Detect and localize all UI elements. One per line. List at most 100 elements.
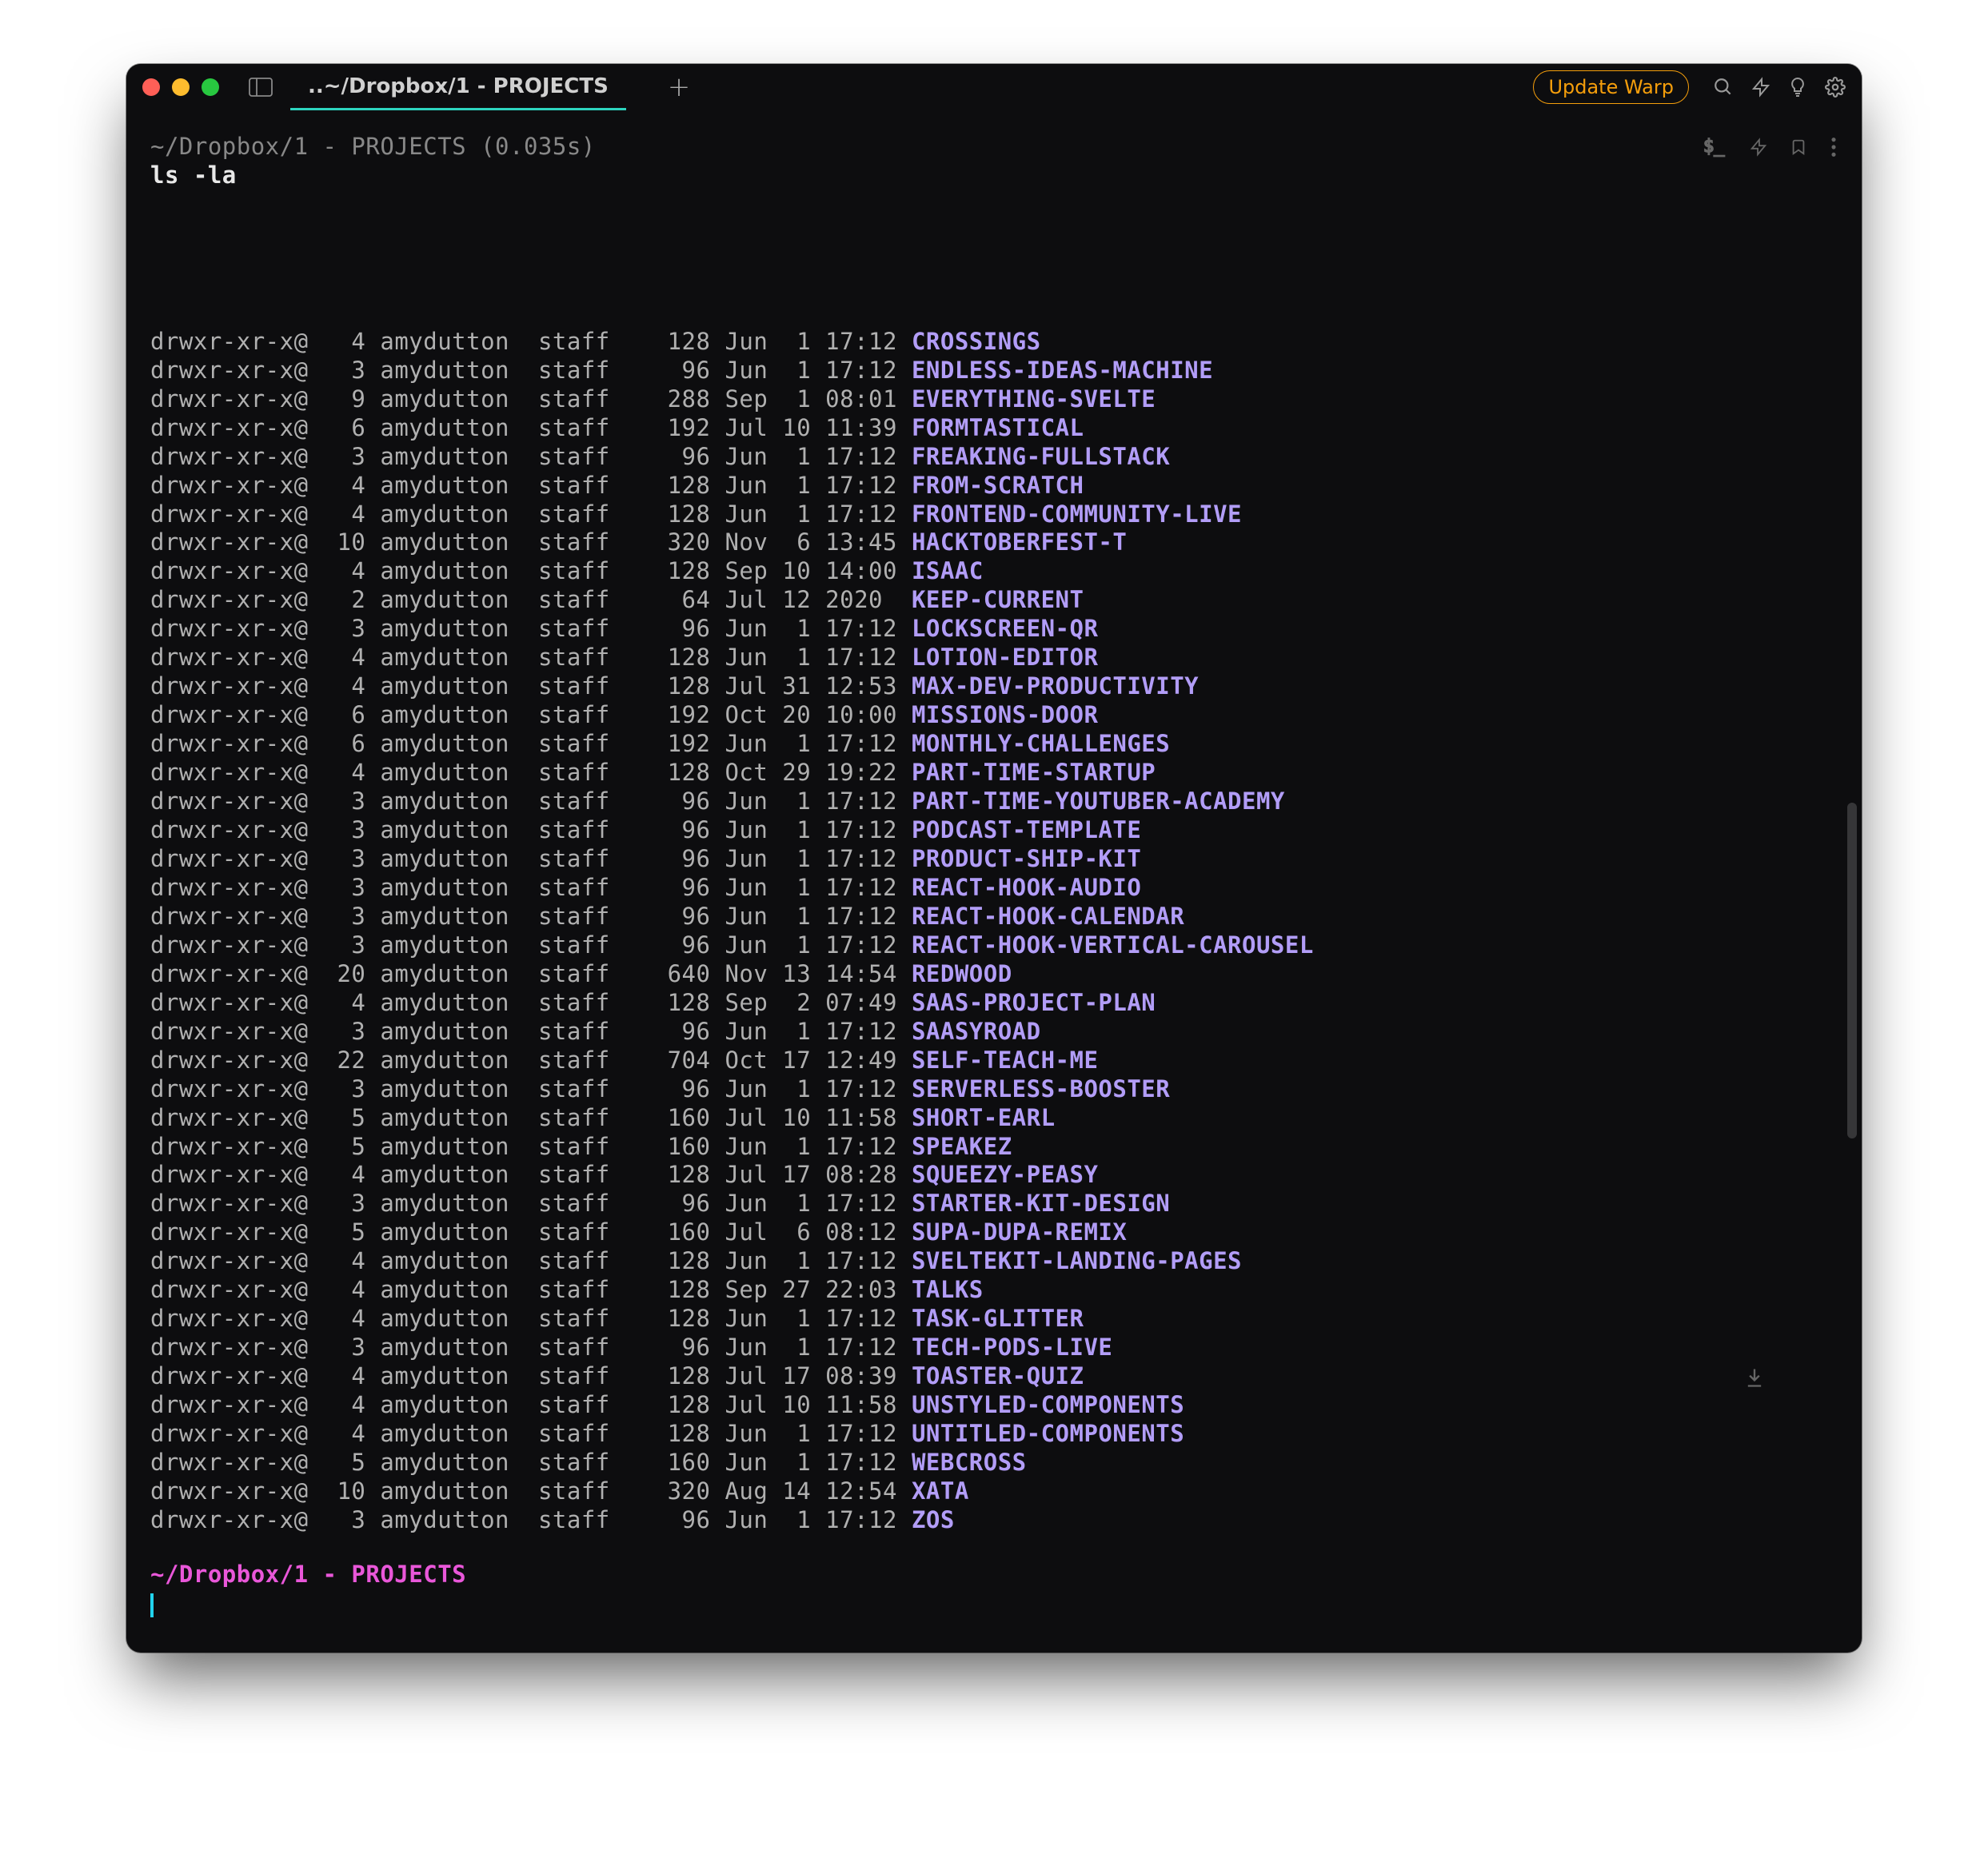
listing-row: drwxr-xr-x@ 3 amydutton staff 96 Jun 1 1…: [150, 443, 1838, 472]
close-window-button[interactable]: [142, 78, 160, 96]
listing-row: drwxr-xr-x@ 3 amydutton staff 96 Jun 1 1…: [150, 615, 1838, 644]
settings-gear-icon[interactable]: [1825, 77, 1846, 98]
active-prompt[interactable]: ~/Dropbox/1 - PROJECTS: [126, 1543, 1862, 1653]
terminal-tab[interactable]: ..~/Dropbox/1 - PROJECTS: [290, 64, 626, 110]
directory-name: KEEP-CURRENT: [912, 586, 1084, 613]
minimize-window-button[interactable]: [172, 78, 190, 96]
update-warp-button[interactable]: Update Warp: [1533, 70, 1689, 104]
directory-name: UNSTYLED-COMPONENTS: [912, 1391, 1184, 1418]
search-icon[interactable]: [1713, 77, 1734, 98]
directory-name: SAASYROAD: [912, 1018, 1041, 1045]
directory-name: SQUEEZY-PEASY: [912, 1161, 1098, 1188]
directory-name: SVELTEKIT-LANDING-PAGES: [912, 1247, 1242, 1274]
more-options-icon[interactable]: [1830, 136, 1838, 158]
lightbulb-icon[interactable]: [1788, 76, 1807, 98]
directory-name: XATA: [912, 1477, 969, 1505]
new-tab-button[interactable]: +: [668, 71, 691, 103]
block-path-timing: ~/Dropbox/1 - PROJECTS (0.035s): [150, 133, 1687, 160]
directory-name: SHORT-EARL: [912, 1104, 1056, 1131]
listing-row: drwxr-xr-x@ 9 amydutton staff 288 Sep 1 …: [150, 385, 1838, 414]
prompt-icon[interactable]: $_: [1703, 137, 1727, 157]
panel-toggle-icon[interactable]: [249, 78, 273, 97]
listing-row: drwxr-xr-x@ 4 amydutton staff 128 Sep 10…: [150, 557, 1838, 586]
svg-text:$_: $_: [1703, 137, 1725, 157]
listing-row: drwxr-xr-x@ 4 amydutton staff 128 Jun 1 …: [150, 1420, 1838, 1449]
directory-name: WEBCROSS: [912, 1449, 1027, 1476]
directory-name: PODCAST-TEMPLATE: [912, 816, 1141, 843]
listing-row: drwxr-xr-x@ 6 amydutton staff 192 Oct 20…: [150, 701, 1838, 730]
listing-row: drwxr-xr-x@ 3 amydutton staff 96 Jun 1 1…: [150, 1334, 1838, 1362]
executed-command: ls -la: [150, 161, 1687, 189]
directory-name: UNTITLED-COMPONENTS: [912, 1420, 1184, 1447]
bolt-icon[interactable]: [1750, 137, 1767, 157]
listing-row: drwxr-xr-x@ 6 amydutton staff 192 Jul 10…: [150, 414, 1838, 443]
text-cursor: [150, 1593, 154, 1617]
listing-row: drwxr-xr-x@ 3 amydutton staff 96 Jun 1 1…: [150, 1190, 1838, 1218]
listing-row: drwxr-xr-x@ 6 amydutton staff 192 Jun 1 …: [150, 730, 1838, 759]
listing-row: drwxr-xr-x@ 4 amydutton staff 128 Jun 1 …: [150, 1247, 1838, 1276]
listing-row: drwxr-xr-x@ 3 amydutton staff 96 Jun 1 1…: [150, 903, 1838, 931]
directory-name: PART-TIME-STARTUP: [912, 759, 1156, 786]
listing-row: drwxr-xr-x@ 4 amydutton staff 128 Oct 29…: [150, 759, 1838, 787]
directory-name: EVERYTHING-SVELTE: [912, 385, 1156, 413]
command-output[interactable]: drwxr-xr-x@ 4 amydutton staff 128 Jun 1 …: [126, 195, 1862, 1543]
listing-row: drwxr-xr-x@ 4 amydutton staff 128 Jun 1 …: [150, 500, 1838, 529]
directory-name: ISAAC: [912, 557, 984, 584]
listing-row: drwxr-xr-x@ 22 amydutton staff 704 Oct 1…: [150, 1047, 1838, 1075]
scrollbar-thumb[interactable]: [1847, 803, 1857, 1138]
directory-name: TECH-PODS-LIVE: [912, 1334, 1112, 1361]
directory-name: REACT-HOOK-AUDIO: [912, 874, 1141, 901]
listing-row: drwxr-xr-x@ 4 amydutton staff 128 Jun 1 …: [150, 328, 1838, 357]
directory-name: SUPA-DUPA-REMIX: [912, 1218, 1127, 1246]
listing-row: drwxr-xr-x@ 4 amydutton staff 128 Jun 1 …: [150, 472, 1838, 500]
listing-row: drwxr-xr-x@ 3 amydutton staff 96 Jun 1 1…: [150, 874, 1838, 903]
listing-row: drwxr-xr-x@ 3 amydutton staff 96 Jun 1 1…: [150, 1018, 1838, 1047]
directory-name: FREAKING-FULLSTACK: [912, 443, 1170, 470]
bookmark-icon[interactable]: [1790, 136, 1807, 158]
directory-name: TASK-GLITTER: [912, 1305, 1084, 1332]
listing-row: drwxr-xr-x@ 4 amydutton staff 128 Jul 10…: [150, 1391, 1838, 1420]
listing-row: drwxr-xr-x@ 3 amydutton staff 96 Jun 1 1…: [150, 1075, 1838, 1104]
bolt-icon[interactable]: [1751, 77, 1770, 98]
terminal-window: ..~/Dropbox/1 - PROJECTS + Update Warp ~…: [126, 64, 1862, 1653]
directory-name: LOCKSCREEN-QR: [912, 615, 1098, 642]
listing-row: drwxr-xr-x@ 5 amydutton staff 160 Jun 1 …: [150, 1449, 1838, 1477]
zoom-window-button[interactable]: [202, 78, 219, 96]
directory-name: TALKS: [912, 1276, 984, 1303]
listing-row: drwxr-xr-x@ 5 amydutton staff 160 Jun 1 …: [150, 1133, 1838, 1162]
directory-name: REACT-HOOK-CALENDAR: [912, 903, 1184, 930]
listing-row: drwxr-xr-x@ 4 amydutton staff 128 Jul 17…: [150, 1161, 1838, 1190]
listing-row: drwxr-xr-x@ 3 amydutton staff 96 Jun 1 1…: [150, 357, 1838, 385]
listing-row: drwxr-xr-x@ 10 amydutton staff 320 Nov 6…: [150, 528, 1838, 557]
directory-name: ZOS: [912, 1506, 955, 1533]
listing-row: drwxr-xr-x@ 4 amydutton staff 128 Jul 17…: [150, 1362, 1838, 1391]
directory-name: SPEAKEZ: [912, 1133, 1012, 1160]
directory-name: FROM-SCRATCH: [912, 472, 1084, 499]
directory-name: STARTER-KIT-DESIGN: [912, 1190, 1170, 1217]
directory-name: SAAS-PROJECT-PLAN: [912, 989, 1156, 1016]
directory-name: REDWOOD: [912, 960, 1012, 987]
titlebar-actions: [1713, 76, 1846, 98]
directory-name: PART-TIME-YOUTUBER-ACADEMY: [912, 787, 1285, 815]
command-block-header: ~/Dropbox/1 - PROJECTS (0.035s) ls -la $…: [126, 110, 1862, 195]
download-icon[interactable]: [1743, 1308, 1830, 1447]
traffic-lights: [142, 78, 219, 96]
directory-name: ENDLESS-IDEAS-MACHINE: [912, 357, 1213, 384]
directory-name: LOTION-EDITOR: [912, 644, 1098, 671]
directory-name: FORMTASTICAL: [912, 414, 1084, 441]
listing-row: drwxr-xr-x@ 4 amydutton staff 128 Jun 1 …: [150, 644, 1838, 672]
listing-row: drwxr-xr-x@ 3 amydutton staff 96 Jun 1 1…: [150, 931, 1838, 960]
listing-row: drwxr-xr-x@ 3 amydutton staff 96 Jun 1 1…: [150, 845, 1838, 874]
listing-row: drwxr-xr-x@ 20 amydutton staff 640 Nov 1…: [150, 960, 1838, 989]
listing-row: drwxr-xr-x@ 5 amydutton staff 160 Jul 6 …: [150, 1218, 1838, 1247]
directory-name: CROSSINGS: [912, 328, 1041, 355]
directory-name: MAX-DEV-PRODUCTIVITY: [912, 672, 1199, 700]
listing-row: drwxr-xr-x@ 4 amydutton staff 128 Jun 1 …: [150, 1305, 1838, 1334]
listing-row: drwxr-xr-x@ 3 amydutton staff 96 Jun 1 1…: [150, 1506, 1838, 1535]
listing-row: drwxr-xr-x@ 5 amydutton staff 160 Jul 10…: [150, 1104, 1838, 1133]
listing-row: drwxr-xr-x@ 10 amydutton staff 320 Aug 1…: [150, 1477, 1838, 1506]
directory-name: REACT-HOOK-VERTICAL-CAROUSEL: [912, 931, 1314, 959]
directory-name: MISSIONS-DOOR: [912, 701, 1098, 728]
directory-name: FRONTEND-COMMUNITY-LIVE: [912, 500, 1242, 528]
titlebar: ..~/Dropbox/1 - PROJECTS + Update Warp: [126, 64, 1862, 110]
